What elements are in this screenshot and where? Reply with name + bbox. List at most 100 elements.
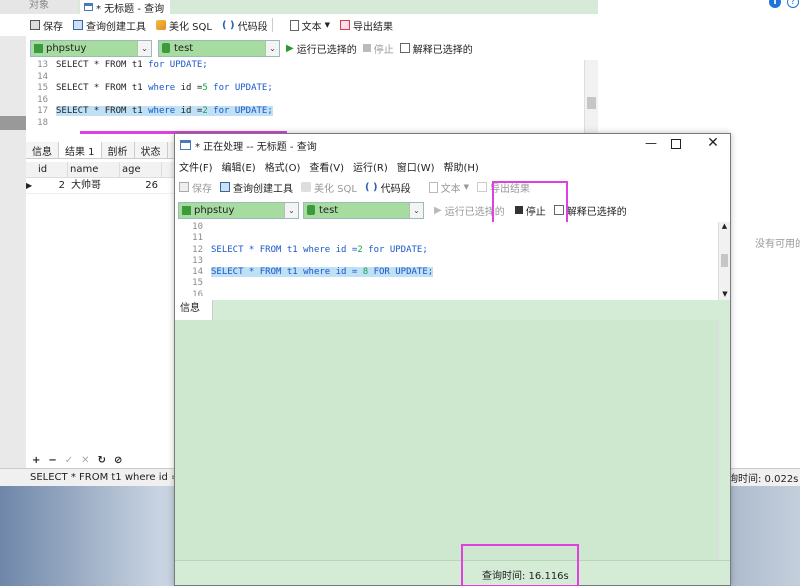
cell-id[interactable]: 2 xyxy=(36,178,68,193)
stop-button[interactable]: 停止 xyxy=(362,41,394,56)
line-number: 15 xyxy=(37,83,48,93)
fg-editor-scrollbar[interactable]: ▲ ▼ xyxy=(718,222,730,300)
line-number: 18 xyxy=(37,117,48,128)
connection-value: phpstuy xyxy=(194,204,235,216)
database-icon xyxy=(162,43,170,53)
code-line-selected: 17 SELECT * FROM t1 where id =2 for UPDAT… xyxy=(26,106,598,118)
bg-connection-bar: phpstuy ⌄ test ⌄ ▶ 运行已选择的 停止 解释已选择的 xyxy=(0,36,598,60)
beautify-sql-button[interactable]: 美化 SQL xyxy=(301,180,357,195)
column-header-age[interactable]: age xyxy=(120,162,162,177)
text-button[interactable]: 文本 ▼ xyxy=(289,18,330,33)
query-builder-button[interactable]: 查询创建工具 xyxy=(220,180,293,195)
beautify-icon xyxy=(301,182,311,192)
bg-code-editor[interactable]: 13 SELECT * FROM t1 for UPDATE; 14 15 SELE… xyxy=(26,60,598,138)
beautify-sql-button[interactable]: 美化 SQL xyxy=(156,18,212,33)
row-pointer-icon: ▶ xyxy=(26,181,33,190)
chevron-down-icon: ⌄ xyxy=(265,40,279,56)
code-text: SELECT * FROM t1 xyxy=(211,267,304,278)
beautify-label: 美化 SQL xyxy=(314,183,357,195)
fg-query-window: * 正在处理 -- 无标题 - 查询 — ✕ 文件(F) 编辑(E) 格式(O)… xyxy=(174,133,731,586)
export-results-button[interactable]: 导出结果 xyxy=(339,18,393,33)
refresh-icon[interactable]: ↻ xyxy=(98,455,106,466)
code-keyword: for UPDATE; xyxy=(207,83,273,93)
table-row[interactable]: ▶ 2 大帅哥 26 xyxy=(26,178,176,194)
line-number: 12 xyxy=(192,244,203,255)
menu-help[interactable]: 帮助(H) xyxy=(444,159,479,174)
explain-label: 解释已选择的 xyxy=(566,206,627,218)
tab-info[interactable]: 信息 xyxy=(26,142,59,158)
bg-toolbar: 保存 查询创建工具 美化 SQL ( ) 代码段 文本 ▼ 导出结果 xyxy=(0,14,598,36)
code-snippet-label: 代码段 xyxy=(237,21,268,33)
run-selected-button[interactable]: ▶ 运行已选择的 xyxy=(286,41,357,56)
code-keyword: FOR UPDATE; xyxy=(368,267,434,278)
menu-format[interactable]: 格式(O) xyxy=(265,159,301,174)
help-icon[interactable]: ? xyxy=(787,0,799,8)
database-select[interactable]: test ⌄ xyxy=(158,39,280,57)
fg-connection-bar: phpstuy ⌄ test ⌄ ▶ 运行已选择的 停止 解释已选择的 xyxy=(175,199,730,221)
close-button[interactable]: ✕ xyxy=(705,135,721,153)
text-icon xyxy=(289,19,299,31)
code-line: 16 xyxy=(181,290,720,296)
connection-select[interactable]: phpstuy ⌄ xyxy=(178,201,299,219)
code-snippet-button[interactable]: ( ) 代码段 xyxy=(222,18,268,33)
scroll-thumb[interactable] xyxy=(587,97,596,109)
menu-run[interactable]: 运行(R) xyxy=(353,159,388,174)
code-keyword: where xyxy=(148,83,176,93)
column-header-id[interactable]: id xyxy=(36,162,68,177)
bg-editor-scrollbar[interactable] xyxy=(584,60,598,138)
code-text: id = xyxy=(175,83,203,93)
code-line: 12 SELECT * FROM t1 where id =2 for UPDAT… xyxy=(181,245,720,256)
menu-file[interactable]: 文件(F) xyxy=(179,159,213,174)
database-value: test xyxy=(174,42,194,54)
tab-status[interactable]: 状态 xyxy=(135,142,168,158)
add-record-icon[interactable]: + xyxy=(32,455,40,466)
cell-age[interactable]: 26 xyxy=(120,178,162,193)
stop-circle-icon[interactable]: ⊘ xyxy=(114,455,122,466)
play-icon: ▶ xyxy=(434,204,442,216)
query-builder-icon xyxy=(73,20,83,30)
cell-name[interactable]: 大帅哥 xyxy=(68,178,120,193)
menu-edit[interactable]: 编辑(E) xyxy=(222,159,256,174)
code-snippet-button[interactable]: ( ) 代码段 xyxy=(365,180,411,195)
scroll-thumb[interactable] xyxy=(721,254,728,267)
text-button[interactable]: 文本 ▼ xyxy=(428,180,469,195)
menu-window[interactable]: 窗口(W) xyxy=(397,159,435,174)
window-title: * 正在处理 -- 无标题 - 查询 xyxy=(195,141,317,153)
grid-header: id name age xyxy=(26,162,176,178)
scroll-up-icon[interactable]: ▲ xyxy=(719,222,730,232)
database-select[interactable]: test ⌄ xyxy=(303,201,424,219)
code-text: id = xyxy=(175,106,203,116)
scroll-down-icon[interactable]: ▼ xyxy=(719,290,731,300)
code-line: 14 xyxy=(26,72,598,84)
explain-selected-button[interactable]: 解释已选择的 xyxy=(399,41,473,56)
minimize-button[interactable]: — xyxy=(641,136,661,154)
export-label: 导出结果 xyxy=(352,21,393,33)
connection-select[interactable]: phpstuy ⌄ xyxy=(30,39,152,57)
stop-label: 停止 xyxy=(373,44,394,56)
connection-icon xyxy=(34,43,43,53)
maximize-button[interactable] xyxy=(671,139,681,149)
column-header-name[interactable]: name xyxy=(68,162,120,177)
save-button[interactable]: 保存 xyxy=(179,180,212,195)
save-icon xyxy=(30,20,40,30)
query-builder-button[interactable]: 查询创建工具 xyxy=(73,18,146,33)
bg-status-time: 询时间: 0.022s xyxy=(728,474,799,485)
tab-untitled-query[interactable]: * 无标题 - 查询 xyxy=(80,0,170,15)
chevron-down-icon: ⌄ xyxy=(284,202,298,218)
tab-result-1[interactable]: 结果 1 xyxy=(59,142,102,158)
explain-icon xyxy=(399,43,410,53)
delete-record-icon[interactable]: − xyxy=(48,455,56,466)
code-text: SELECT * FROM t1 xyxy=(56,60,149,70)
fg-info-scrollbar[interactable] xyxy=(718,320,730,560)
chevron-down-icon: ⌄ xyxy=(137,40,151,56)
tab-profile[interactable]: 剖析 xyxy=(102,142,135,158)
fg-status-bar: 查询时间: 16.116s xyxy=(175,560,730,585)
apply-icon[interactable]: ✓ xyxy=(65,455,73,466)
tab-object[interactable]: 对象 xyxy=(0,0,78,14)
menu-view[interactable]: 查看(V) xyxy=(309,159,344,174)
tab-info[interactable]: 信息 xyxy=(175,300,213,320)
save-button[interactable]: 保存 xyxy=(30,18,63,33)
info-icon[interactable]: i xyxy=(769,0,781,8)
cancel-icon[interactable]: ✕ xyxy=(81,455,89,466)
fg-code-editor[interactable]: 10 11 12 SELECT * FROM t1 where id =2 for… xyxy=(175,222,720,300)
